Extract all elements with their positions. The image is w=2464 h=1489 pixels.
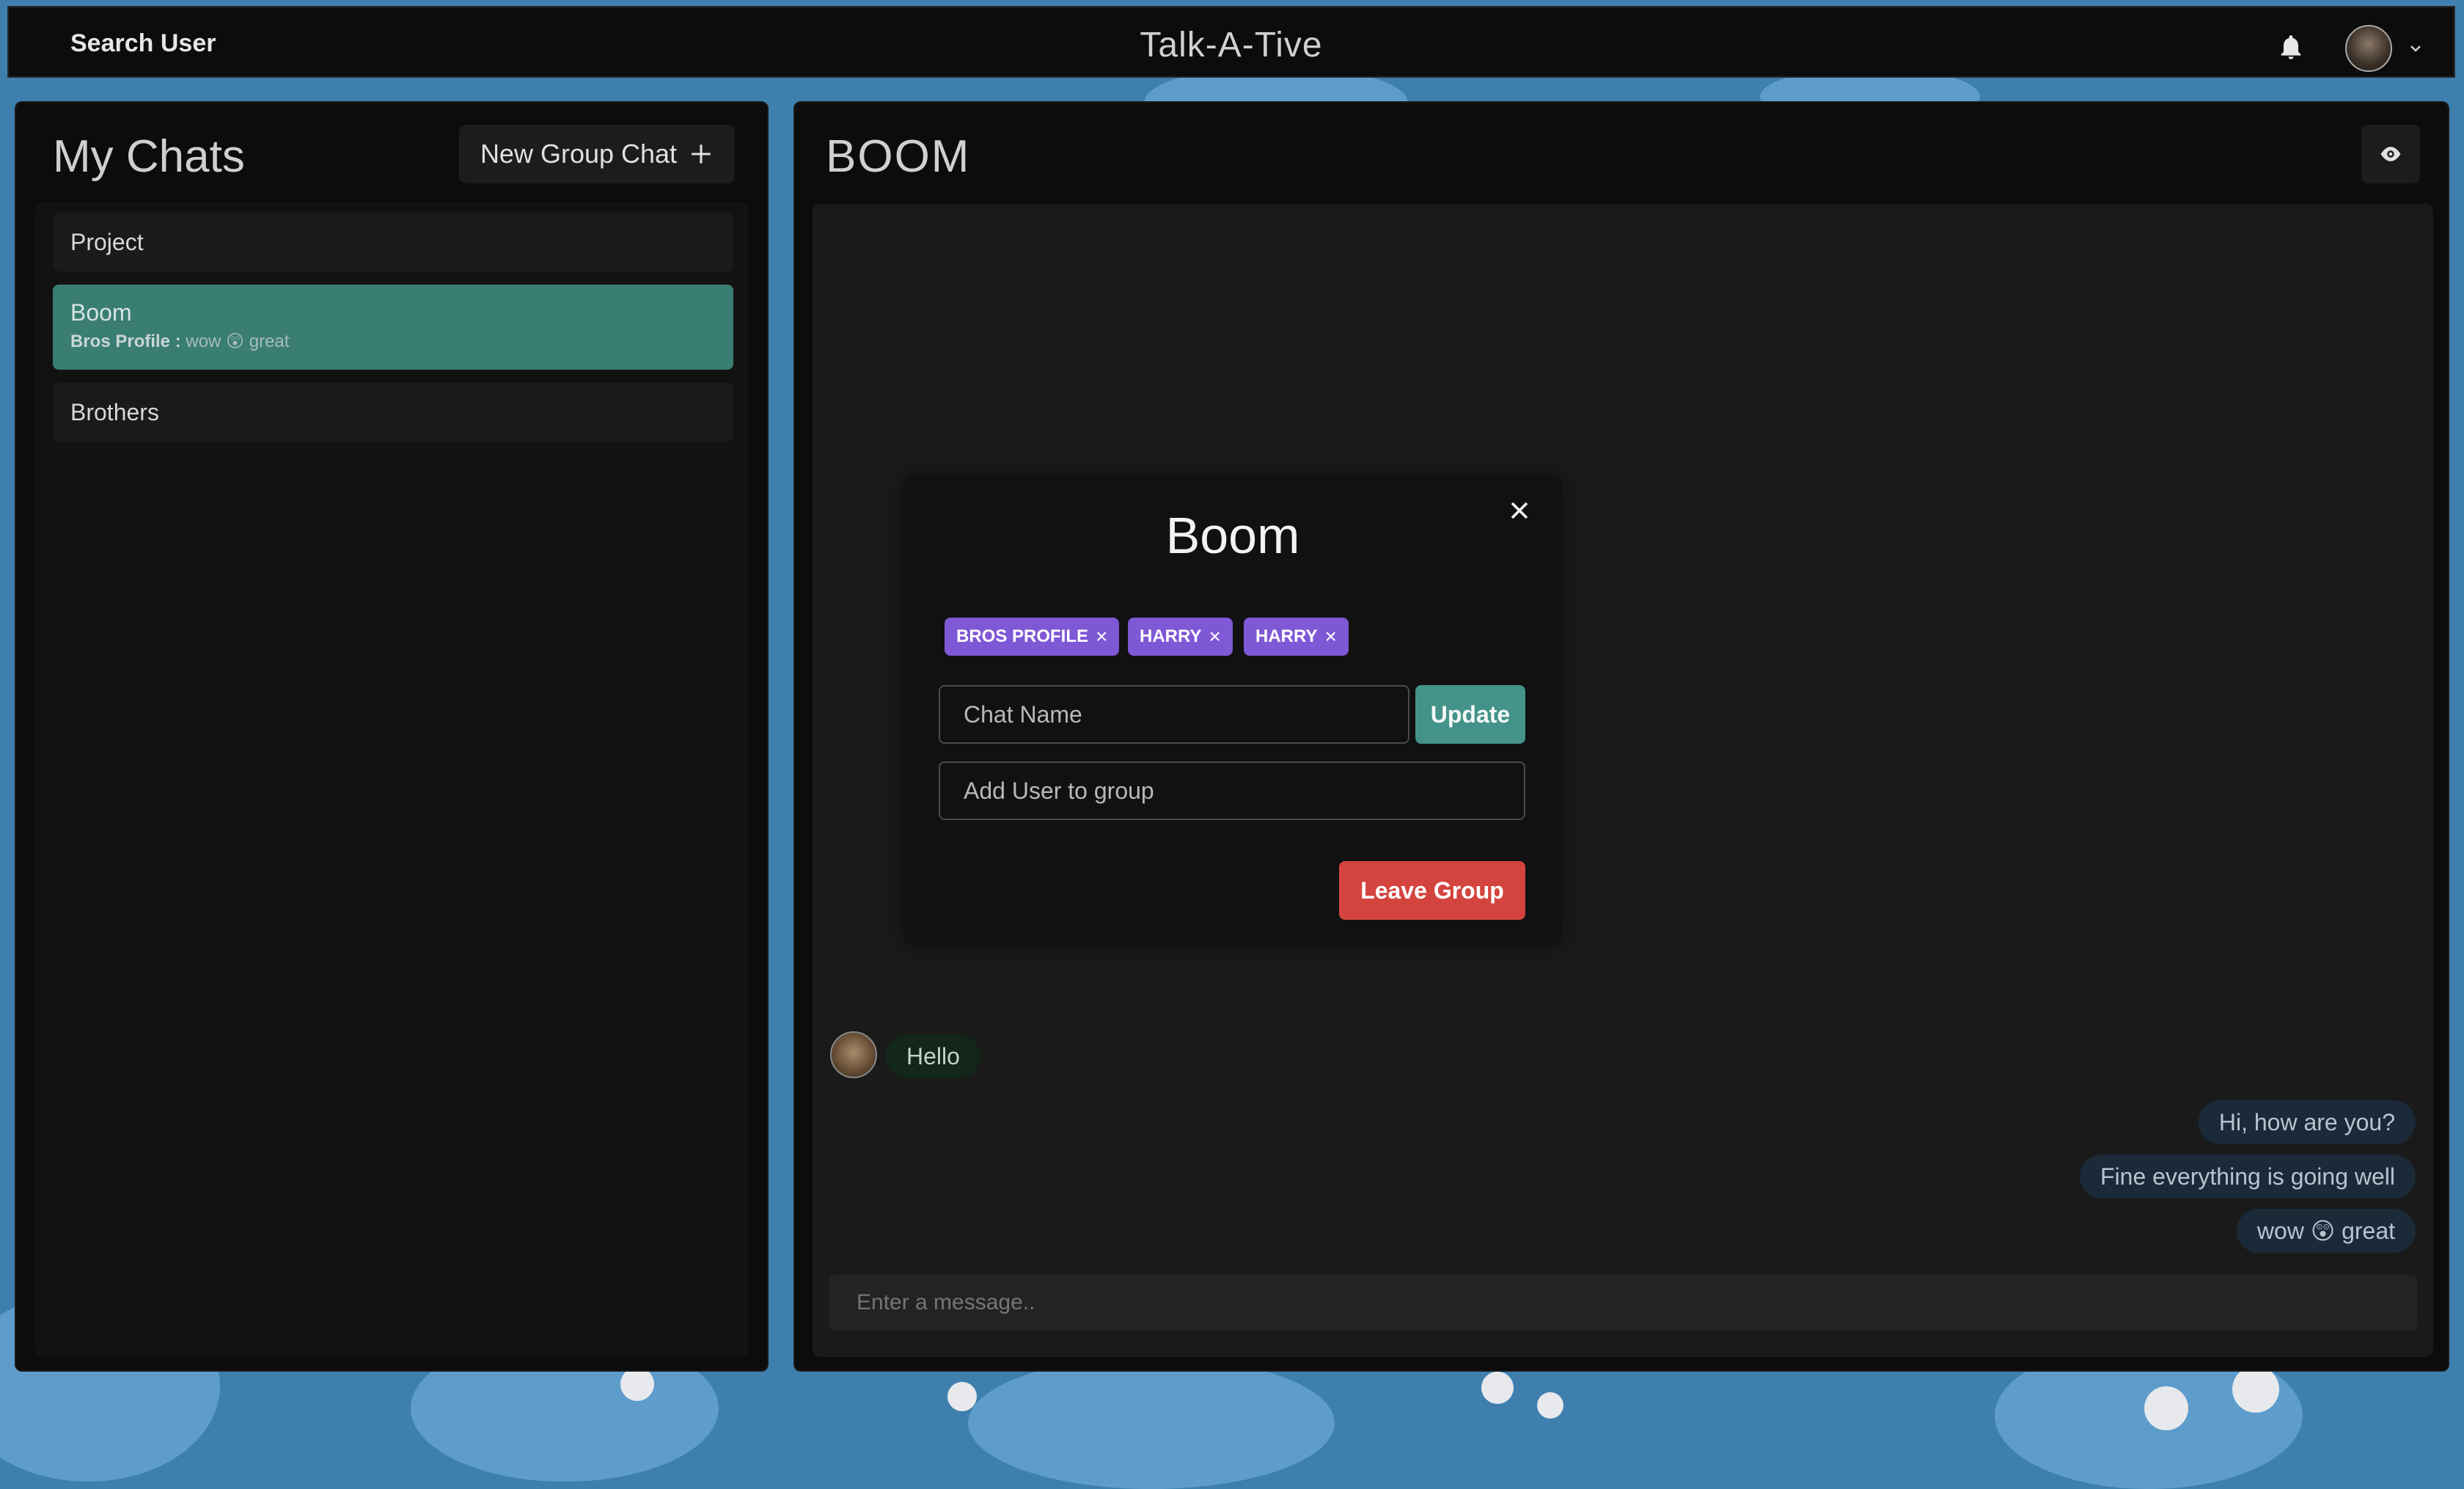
app-title: Talk-A-Tive: [1140, 26, 1323, 65]
member-tag-label: BROS PROFILE: [956, 626, 1089, 646]
chat-item-boom[interactable]: Boom Bros Profile : wow 😲 great: [53, 285, 733, 370]
chat-item-name: Boom: [70, 299, 132, 326]
chat-item-brothers[interactable]: Brothers: [53, 383, 733, 442]
chat-title: BOOM: [826, 131, 971, 182]
chevron-down-icon[interactable]: [2407, 40, 2424, 57]
bell-icon[interactable]: [2276, 32, 2306, 62]
member-tag: BROS PROFILE ×: [945, 618, 1120, 656]
message-input[interactable]: [829, 1275, 2417, 1331]
tag-remove-icon[interactable]: ×: [1324, 625, 1336, 648]
preview-text: wow 😲 great: [186, 332, 290, 351]
tag-remove-icon[interactable]: ×: [1096, 625, 1107, 648]
update-button[interactable]: Update: [1415, 685, 1525, 744]
message-bubble: Hi, how are you?: [2198, 1100, 2416, 1144]
chat-item-preview: Bros Profile : wow 😲 great: [70, 331, 733, 352]
member-tag: HARRY ×: [1244, 618, 1349, 656]
eye-icon: [2380, 147, 2401, 161]
my-chats-panel: My Chats New Group Chat Project Boom Bro…: [15, 101, 769, 1372]
member-tag-label: HARRY: [1255, 626, 1318, 646]
message-bubble: Fine everything is going well: [2080, 1155, 2416, 1199]
sender-avatar: [830, 1031, 877, 1078]
chat-name-input[interactable]: [939, 685, 1409, 744]
preview-sender: Bros Profile :: [70, 332, 181, 351]
chat-item-name: Brothers: [70, 399, 159, 425]
chat-list: Project Boom Bros Profile : wow 😲 great …: [35, 202, 748, 1357]
chat-item-name: Project: [70, 229, 144, 255]
avatar[interactable]: [2345, 25, 2392, 72]
new-group-chat-button[interactable]: New Group Chat: [459, 125, 735, 183]
chat-item-project[interactable]: Project: [53, 213, 733, 271]
new-group-chat-label: New Group Chat: [480, 139, 678, 169]
view-chat-details-button[interactable]: [2361, 125, 2420, 183]
modal-title: Boom: [1165, 507, 1300, 564]
top-bar: Search User Talk-A-Tive: [7, 6, 2455, 78]
leave-group-button[interactable]: Leave Group: [1339, 861, 1525, 920]
member-tag: HARRY ×: [1128, 618, 1233, 656]
group-settings-modal: Boom BROS PROFILE × HARRY × HARRY × Upda…: [903, 475, 1562, 945]
message-bubble: wow 😲 great: [2236, 1209, 2416, 1253]
my-chats-title: My Chats: [53, 131, 245, 182]
tag-remove-icon[interactable]: ×: [1209, 625, 1220, 648]
member-tag-label: HARRY: [1140, 626, 1202, 646]
plus-icon: [692, 144, 711, 164]
close-icon[interactable]: [1505, 496, 1534, 525]
message-bubble: Hello: [886, 1034, 980, 1078]
add-user-input[interactable]: [939, 761, 1525, 820]
